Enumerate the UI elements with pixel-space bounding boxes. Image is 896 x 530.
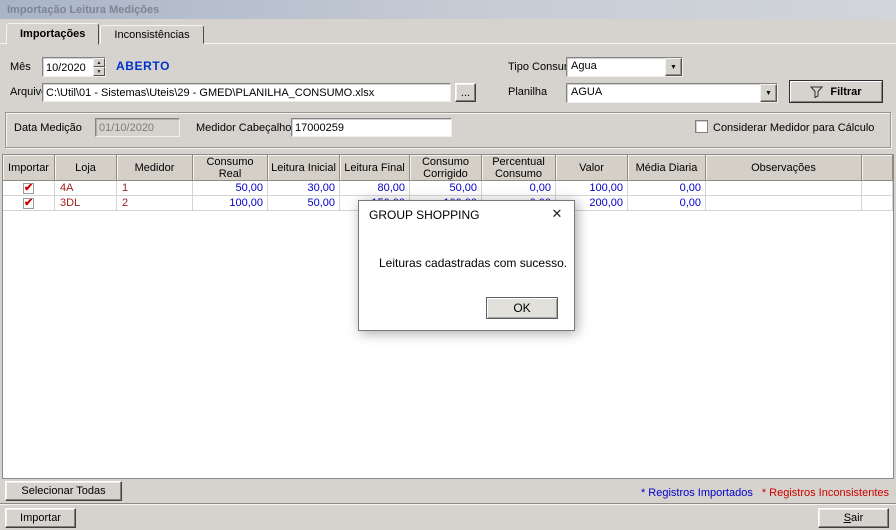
cell-percentual-consumo: 0,00 [482,181,556,196]
cell-consumo-real: 50,00 [193,181,268,196]
header-leitura-final: Leitura Final [340,155,410,181]
cell-leitura-inicial: 30,00 [268,181,340,196]
legend-registros-inconsistentes: * Registros Inconsistentes [761,487,889,499]
tipo-consumo-dropdown-button[interactable]: ▼ [665,58,682,76]
arquivo-input[interactable] [43,84,450,101]
tab-importacoes-label: Importações [20,28,86,40]
medidor-cabecalho-input[interactable] [292,119,451,136]
chevron-down-icon: ▼ [765,89,772,97]
cell-observacoes [706,196,862,211]
considerar-medidor-checkbox[interactable] [695,120,708,133]
legend: * Registros Importados * Registros Incons… [641,487,889,499]
header-leitura-inicial: Leitura Inicial [268,155,340,181]
medidor-cabecalho-label: Medidor Cabeçalho [196,122,292,134]
filtrar-label: Filtrar [830,85,862,98]
header-consumo-corrigido: Consumo Corrigido [410,155,482,181]
cell-importar: ✔ [3,196,55,211]
cell-leitura-final: 80,00 [340,181,410,196]
planilha-value: AGUA [571,86,603,98]
cell-media-diaria: 0,00 [628,181,706,196]
header-percentual-consumo: Percentual Consumo [482,155,556,181]
tab-importacoes[interactable]: Importações [6,23,100,45]
data-medicao-field [95,118,180,137]
cell-leitura-inicial: 50,00 [268,196,340,211]
window-title: Importação Leitura Medições [7,3,160,16]
message-dialog: GROUP SHOPPING ✕ Leituras cadastradas co… [358,200,575,331]
tipo-consumo-select[interactable]: Agua ▼ [566,57,683,77]
dialog-ok-button[interactable]: OK [486,297,558,319]
spin-up-icon: ▲ [96,59,102,66]
header-loja: Loja [55,155,117,181]
mes-spin-up-button[interactable]: ▲ [93,58,105,67]
importar-checkbox[interactable]: ✔ [23,181,34,194]
considerar-medidor-label: Considerar Medidor para Cálculo [713,122,875,134]
cell-medidor: 2 [117,196,193,211]
spin-down-icon: ▼ [96,68,102,75]
importar-checkbox[interactable]: ✔ [23,196,34,209]
importar-button[interactable]: Importar [5,508,76,528]
check-icon: ✔ [24,181,34,194]
header-observacoes: Observações [706,155,862,181]
status-aberto: ABERTO [116,59,171,73]
header-medidor: Medidor [117,155,193,181]
planilha-select[interactable]: AGUA ▼ [566,83,778,103]
header-consumo-real: Consumo Real [193,155,268,181]
data-medicao-label: Data Medição [14,122,82,134]
medidor-cabecalho-field [291,118,452,137]
cell-filler [862,196,893,211]
cell-filler [862,181,893,196]
window-titlebar: Importação Leitura Medições [0,0,896,19]
check-icon: ✔ [24,196,34,209]
table-header-row: Importar Loja Medidor Consumo Real Leitu… [3,155,893,181]
cell-valor: 100,00 [556,181,628,196]
planilha-dropdown-button[interactable]: ▼ [760,84,777,102]
tab-strip: Importações Inconsistências [6,21,205,45]
tab-inconsistencias-label: Inconsistências [114,29,190,41]
header-importar: Importar [3,155,55,181]
arquivo-field [42,83,451,102]
close-icon: ✕ [551,206,563,221]
cell-loja: 3DL [55,196,117,211]
mes-spin-down-button[interactable]: ▼ [93,67,105,76]
header-valor: Valor [556,155,628,181]
header-filler [862,155,893,181]
cell-consumo-real: 100,00 [193,196,268,211]
mes-input[interactable] [43,58,93,76]
mes-spinner: ▲ ▼ [93,58,105,76]
mes-input-wrap [43,58,93,76]
cell-media-diaria: 0,00 [628,196,706,211]
sair-button[interactable]: Sair [818,508,889,528]
dialog-close-button[interactable]: ✕ [547,205,567,223]
tipo-consumo-value: Agua [571,60,597,72]
data-medicao-input [96,119,179,136]
selecionar-todas-button[interactable]: Selecionar Todas [5,481,122,501]
browse-button[interactable]: ... [455,83,476,102]
chevron-down-icon: ▼ [670,63,677,71]
mes-field: ▲ ▼ [42,57,106,77]
planilha-label: Planilha [508,86,548,98]
cell-loja: 4A [55,181,117,196]
cell-consumo-corrigido: 50,00 [410,181,482,196]
table-row[interactable]: ✔ 4A 1 50,00 30,00 80,00 50,00 0,00 100,… [3,181,893,196]
cell-importar: ✔ [3,181,55,196]
filter-funnel-icon [810,86,824,98]
mes-label: Mês [10,61,31,73]
dialog-title: GROUP SHOPPING [369,208,480,222]
cell-medidor: 1 [117,181,193,196]
dialog-message: Leituras cadastradas com sucesso. [379,256,568,270]
legend-registros-importados: * Registros Importados [640,487,753,499]
cell-observacoes [706,181,862,196]
tab-inconsistencias[interactable]: Inconsistências [100,25,204,44]
bottom-divider [0,503,896,505]
header-media-diaria: Média Diaria [628,155,706,181]
sair-label: Sair [843,512,864,524]
filtrar-button[interactable]: Filtrar [789,80,883,103]
